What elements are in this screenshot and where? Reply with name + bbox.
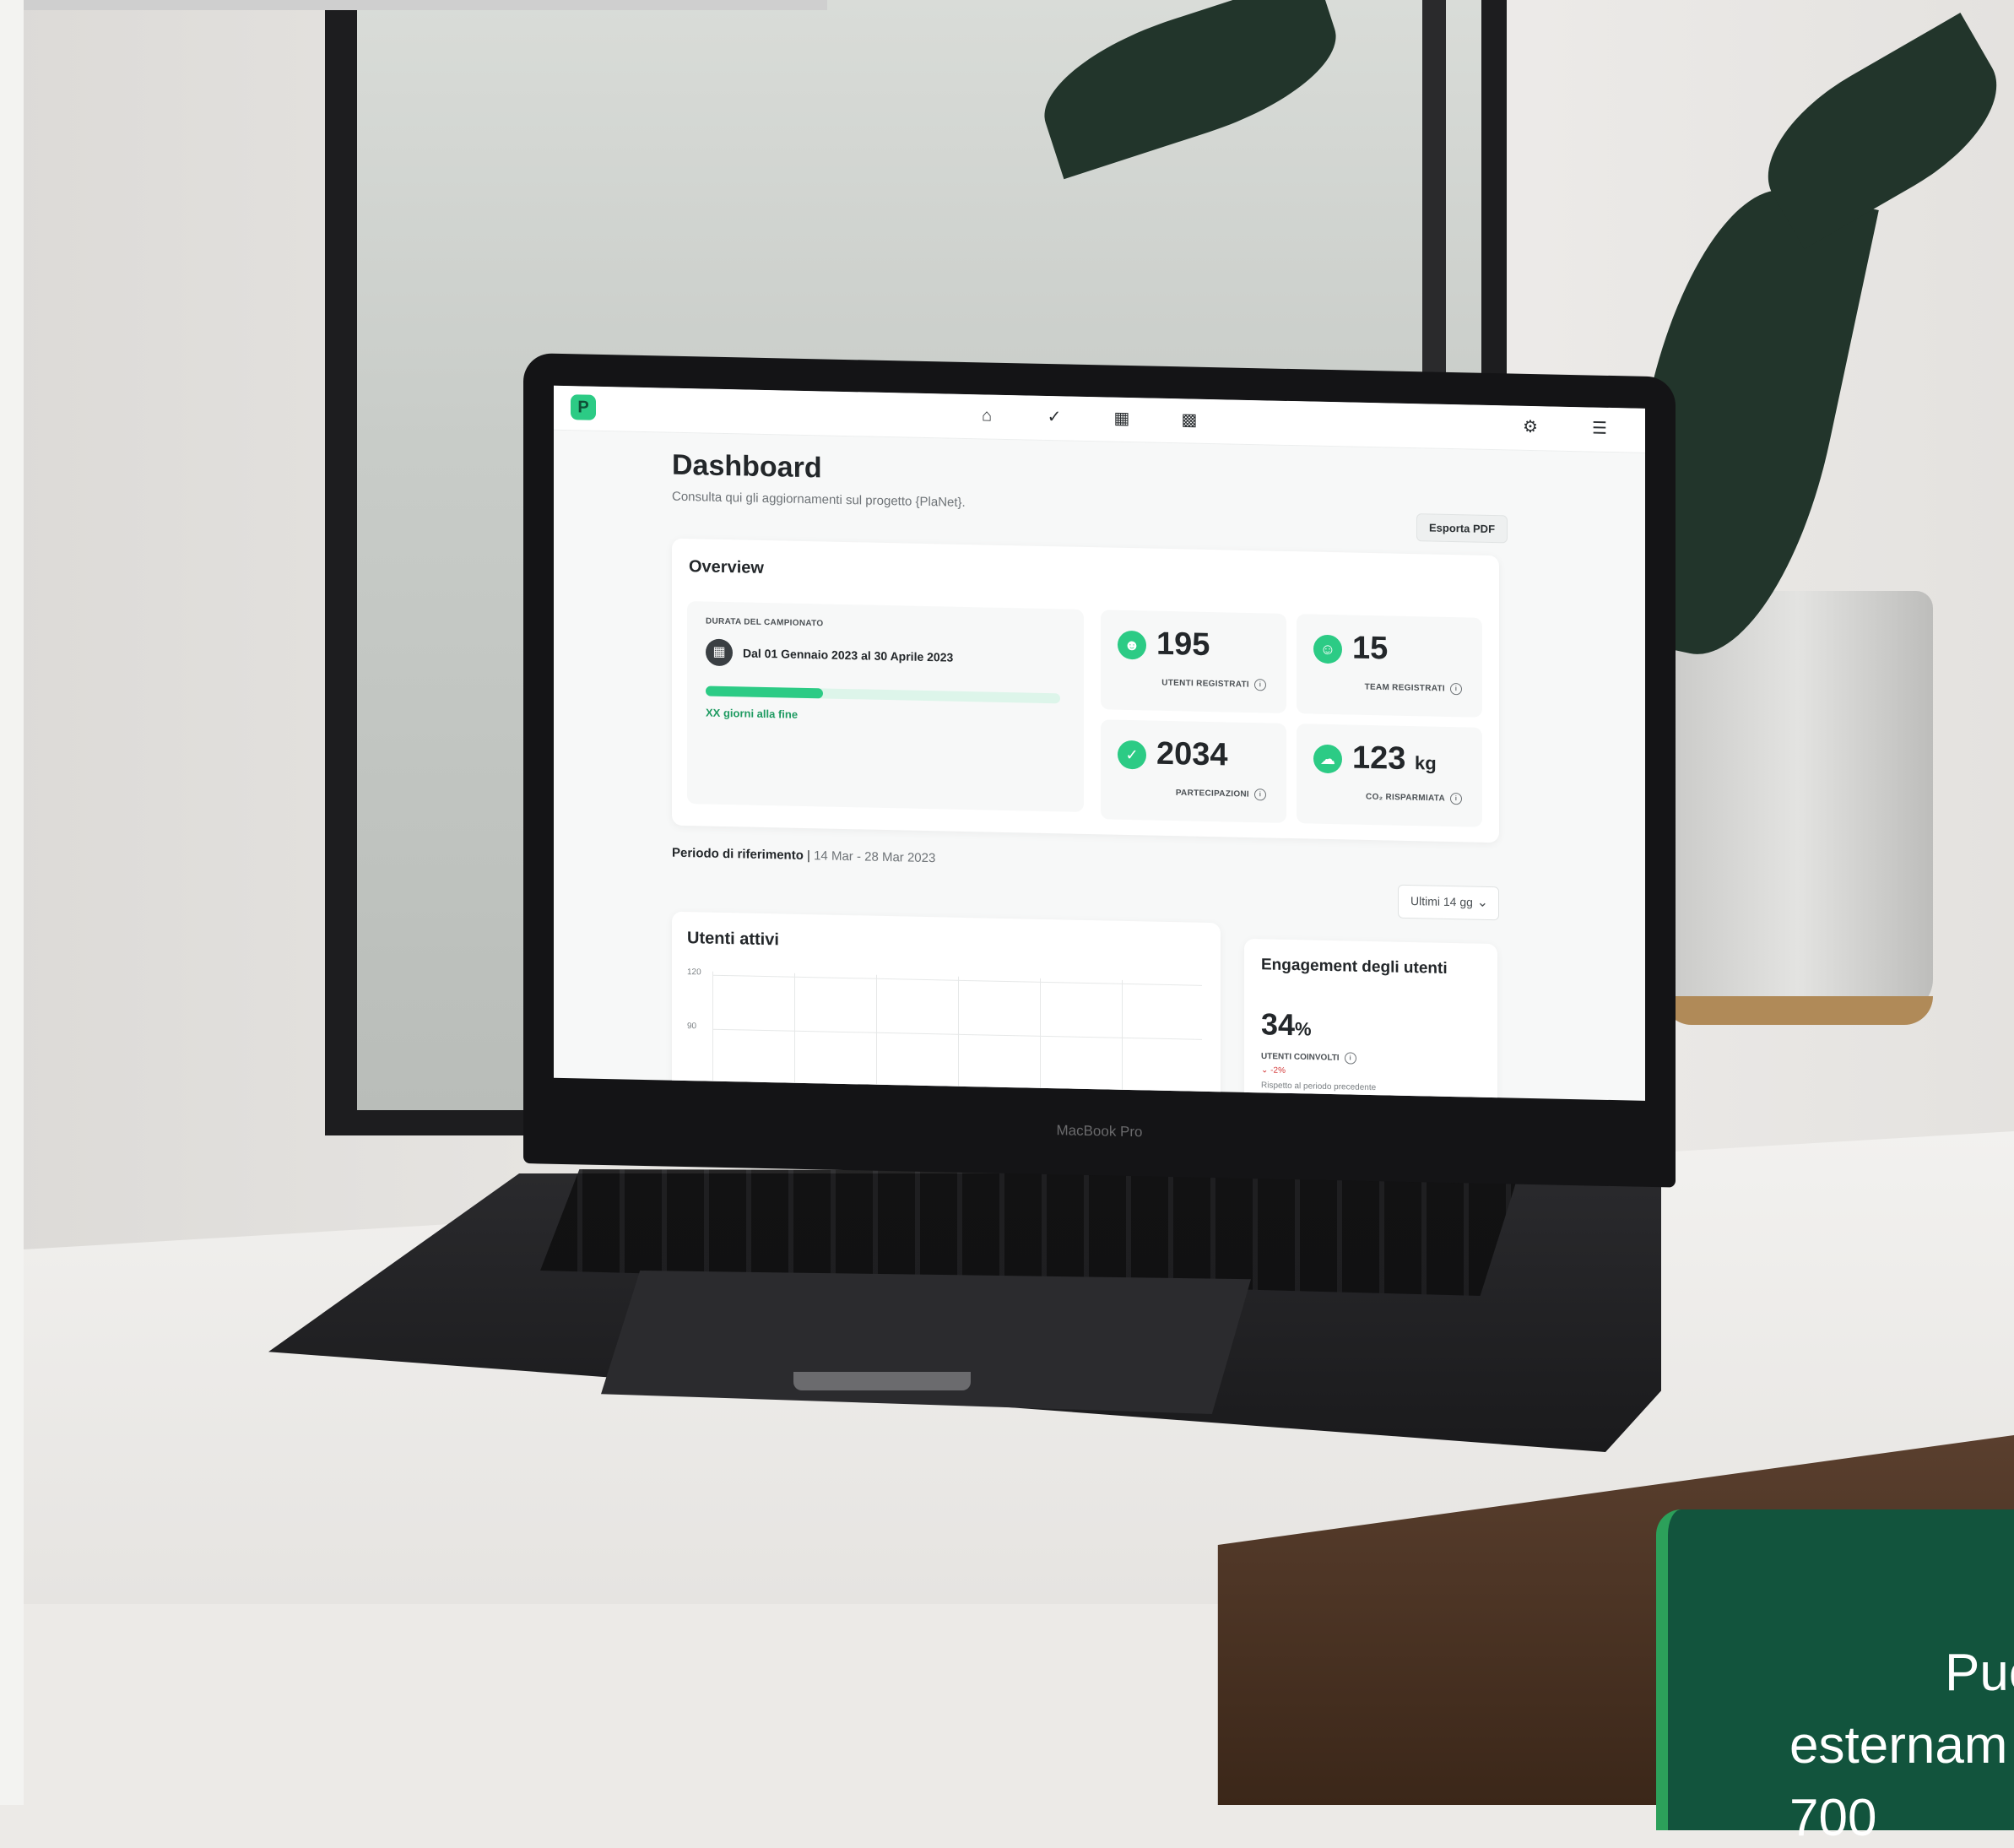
active-users-title: Utenti attivi	[687, 929, 779, 950]
grid-line	[1040, 978, 1041, 1101]
duration-remaining: XX giorni alla fine	[706, 706, 799, 721]
top-navigation: P ⌂ ✓ ▦ ▩ ⚙ ☰	[554, 385, 1645, 453]
duration-progress-fill	[706, 686, 823, 699]
reference-period: Periodo di riferimento | 14 Mar - 28 Mar…	[672, 845, 936, 866]
check-circle-icon[interactable]: ✓	[1043, 406, 1065, 429]
laptop-trackpad	[601, 1271, 1251, 1414]
stat-card-co2: ☁ 123 kg CO₂ RISPARMIATA i	[1297, 723, 1482, 827]
grid-line	[958, 976, 959, 1101]
info-icon[interactable]: i	[1254, 789, 1266, 801]
banner-text-line: Puo	[1945, 1644, 2014, 1702]
duration-label: DURATA DEL CAMPIONATO	[706, 616, 824, 629]
engagement-title: Engagement degli utenti	[1261, 956, 1448, 978]
duration-box: DURATA DEL CAMPIONATO ▦ Dal 01 Gennaio 2…	[687, 601, 1084, 812]
home-icon[interactable]: ⌂	[976, 404, 998, 427]
stat-value: 195	[1156, 626, 1210, 664]
laptop-lid: P ⌂ ✓ ▦ ▩ ⚙ ☰ Dashboard Consulta qui gli…	[523, 353, 1676, 1188]
overview-card: Overview DURATA DEL CAMPIONATO ▦ Dal 01 …	[672, 538, 1499, 843]
top-strip	[0, 0, 827, 10]
laptop-hinge-notch	[793, 1372, 971, 1390]
period-range: 14 Mar - 28 Mar 2023	[814, 848, 936, 866]
plant-pot	[1663, 591, 1933, 1013]
info-icon[interactable]: i	[1450, 792, 1462, 805]
stat-label: TEAM REGISTRATI i	[1365, 681, 1462, 696]
export-pdf-button[interactable]: Esporta PDF	[1416, 513, 1508, 544]
grid-line	[1122, 979, 1123, 1101]
overview-title: Overview	[689, 557, 764, 577]
stat-unit: kg	[1414, 752, 1437, 774]
duration-progress	[706, 686, 1060, 704]
stat-value: 15	[1352, 630, 1389, 667]
page-subtitle: Consulta qui gli aggiornamenti sul proge…	[672, 489, 966, 510]
engagement-label: UTENTI COINVOLTI i	[1261, 1050, 1356, 1065]
grid-line	[712, 974, 1202, 986]
stat-card-teams: ☺ 15 TEAM REGISTRATI i	[1297, 614, 1482, 718]
stat-card-participations: ✓ 2034 PARTECIPAZIONI i	[1101, 719, 1286, 823]
arrow-down-icon: ⌄	[1261, 1065, 1269, 1076]
active-users-card: Utenti attivi 120 90	[672, 911, 1221, 1101]
engagement-delta: ⌄ -2%	[1261, 1065, 1286, 1076]
info-icon[interactable]: i	[1450, 682, 1462, 696]
page-title: Dashboard	[672, 448, 822, 485]
engagement-unit: %	[1295, 1018, 1312, 1040]
calendar-icon: ▦	[706, 638, 733, 667]
store-icon[interactable]: ▦	[1111, 408, 1133, 431]
grid-line	[712, 971, 713, 1101]
stat-label: PARTECIPAZIONI i	[1176, 787, 1266, 801]
stat-label: UTENTI REGISTRATI i	[1161, 677, 1266, 691]
users-icon: ☺	[1313, 634, 1342, 664]
info-icon[interactable]: i	[1344, 1052, 1356, 1065]
stat-value: 123 kg	[1352, 740, 1437, 777]
engagement-value: 34%	[1261, 1006, 1312, 1043]
stat-label: CO₂ RISPARMIATA i	[1366, 791, 1462, 805]
laptop-screen: P ⌂ ✓ ▦ ▩ ⚙ ☰ Dashboard Consulta qui gli…	[554, 385, 1645, 1101]
duration-dates: Dal 01 Gennaio 2023 al 30 Aprile 2023	[743, 646, 954, 664]
y-tick-label: 120	[687, 967, 701, 978]
buildings-icon[interactable]: ▩	[1178, 409, 1200, 431]
cloud-icon: ☁	[1313, 744, 1342, 774]
app-logo[interactable]: P	[571, 394, 596, 420]
chevron-down-icon: ⌄	[1476, 895, 1488, 910]
period-select[interactable]: Ultimi 14 gg ⌄	[1398, 884, 1499, 921]
check-icon: ✓	[1118, 740, 1146, 770]
device-label: MacBook Pro	[1056, 1122, 1143, 1141]
stat-card-users: ☻ 195 UTENTI REGISTRATI i	[1101, 610, 1286, 713]
period-select-value: Ultimi 14 gg	[1410, 894, 1473, 909]
green-banner: Puo esternam 700	[1656, 1509, 2014, 1847]
y-tick-label: 90	[687, 1022, 697, 1032]
bell-icon[interactable]: ⚙	[1519, 416, 1541, 439]
menu-icon[interactable]: ☰	[1589, 417, 1611, 440]
banner-text-line: 700	[1789, 1789, 1877, 1847]
user-icon: ☻	[1118, 630, 1146, 660]
grid-line	[876, 974, 877, 1101]
engagement-note: Rispetto al periodo precedente	[1261, 1081, 1377, 1093]
grid-line	[794, 973, 795, 1101]
info-icon[interactable]: i	[1254, 679, 1266, 691]
period-label: Periodo di riferimento	[672, 845, 804, 863]
grid-line	[712, 1028, 1202, 1040]
banner-text-line: esternam	[1789, 1716, 2008, 1775]
left-edge	[0, 0, 24, 1805]
plant-pot-rim	[1663, 996, 1933, 1025]
stat-value: 2034	[1156, 735, 1228, 773]
engagement-card: Engagement degli utenti 34% UTENTI COINV…	[1244, 938, 1497, 1101]
